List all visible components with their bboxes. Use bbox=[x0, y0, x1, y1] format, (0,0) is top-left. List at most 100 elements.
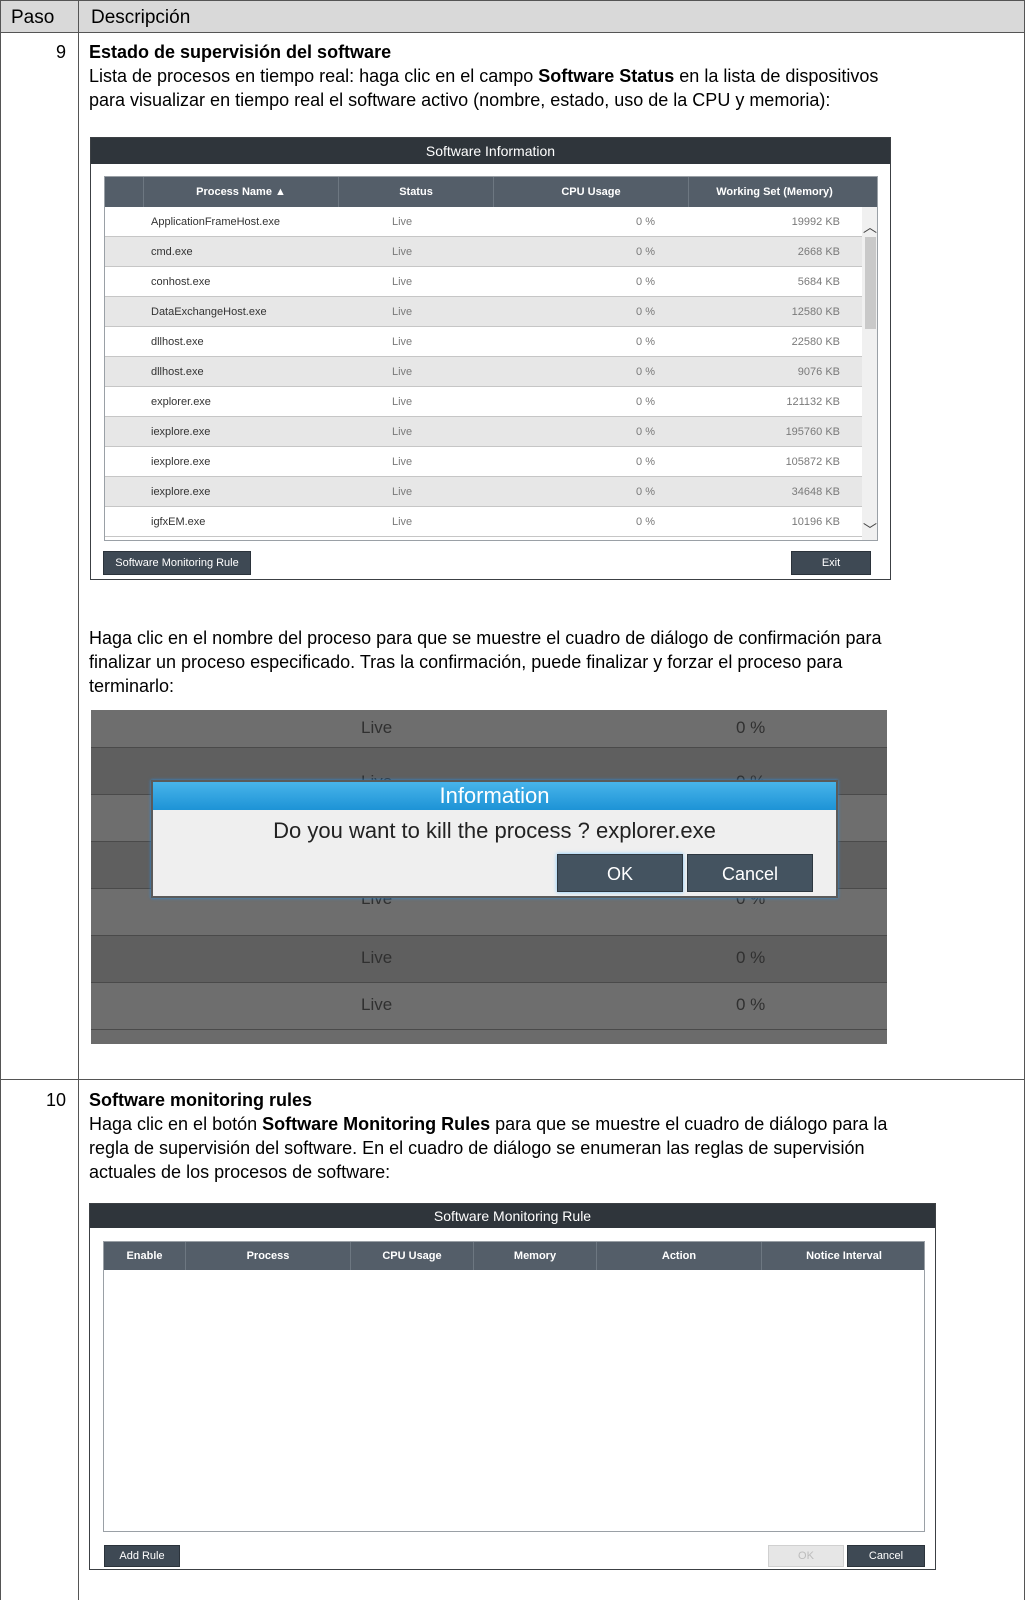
step9-intro-line1: Lista de procesos en tiempo real: haga c… bbox=[89, 66, 879, 86]
process-name-cell[interactable]: iexplore.exe bbox=[151, 417, 331, 447]
step10-line2: regla de supervisión del software. En el… bbox=[89, 1138, 865, 1158]
status-cell: Live bbox=[392, 336, 413, 348]
table-row[interactable]: dllhost.exe Live 0 % 22580 KB bbox=[105, 327, 862, 357]
col-enable[interactable]: Enable bbox=[104, 1242, 185, 1270]
scroll-down-icon[interactable]: ﹀ bbox=[863, 520, 877, 540]
cpu-cell: 0 % bbox=[636, 486, 655, 498]
memory-cell: 2668 KB bbox=[797, 246, 840, 258]
process-name-cell[interactable]: iexplore.exe bbox=[151, 447, 331, 477]
cpu-cell: 0 % bbox=[636, 306, 655, 318]
memory-cell: 34648 KB bbox=[791, 486, 840, 498]
scroll-up-icon[interactable]: ︿ bbox=[863, 217, 877, 237]
cpu-cell: 0 % bbox=[636, 336, 655, 348]
table-row[interactable]: iexplore.exe Live 0 % 34648 KB bbox=[105, 477, 862, 507]
header-spacer bbox=[105, 177, 143, 207]
software-status-term: Software Status bbox=[538, 66, 675, 86]
col-status[interactable]: Status bbox=[338, 177, 493, 207]
col-memory[interactable]: Memory bbox=[473, 1242, 596, 1270]
dialog-message: Do you want to kill the process ? explor… bbox=[273, 818, 716, 843]
table-row[interactable]: cmd.exe Live 0 % 2668 KB bbox=[105, 237, 862, 267]
process-grid-header: Process Name ▲ Status CPU Usage Working … bbox=[105, 177, 877, 207]
process-name-cell[interactable]: DataExchangeHost.exe bbox=[151, 297, 331, 327]
table-row[interactable]: dllhost.exe Live 0 % 9076 KB bbox=[105, 357, 862, 387]
status-cell: Live bbox=[392, 456, 413, 468]
memory-cell: 121132 KB bbox=[786, 396, 840, 408]
table-row[interactable]: explorer.exe Live 0 % 121132 KB bbox=[105, 387, 862, 417]
col-process-name[interactable]: Process Name ▲ bbox=[143, 177, 338, 207]
bg-row: Live 0 % bbox=[91, 983, 887, 1030]
process-grid: Process Name ▲ Status CPU Usage Working … bbox=[104, 176, 878, 541]
bg-row: Live 0 % bbox=[91, 936, 887, 983]
rule-grid-header: Enable Process CPU Usage Memory Action N… bbox=[104, 1242, 924, 1270]
bg-row: Live 0 % bbox=[91, 710, 887, 748]
col-notice-interval[interactable]: Notice Interval bbox=[761, 1242, 924, 1270]
memory-cell: 12580 KB bbox=[791, 306, 840, 318]
cpu-cell: 0 % bbox=[636, 276, 655, 288]
table-row[interactable]: DataExchangeHost.exe Live 0 % 12580 KB bbox=[105, 297, 862, 327]
process-name-cell[interactable]: dllhost.exe bbox=[151, 327, 331, 357]
bg-cpu: 0 % bbox=[736, 718, 766, 737]
col-process[interactable]: Process bbox=[185, 1242, 350, 1270]
add-rule-button[interactable]: Add Rule bbox=[104, 1545, 180, 1567]
memory-cell: 19992 KB bbox=[791, 216, 840, 228]
cpu-cell: 0 % bbox=[636, 246, 655, 258]
status-cell: Live bbox=[392, 426, 413, 438]
step10-line1: Haga clic en el botón Software Monitorin… bbox=[89, 1114, 888, 1134]
status-cell: Live bbox=[392, 396, 413, 408]
border-left bbox=[0, 0, 1, 1600]
memory-cell: 10196 KB bbox=[791, 516, 840, 528]
process-name-cell[interactable]: igfxEM.exe bbox=[151, 507, 331, 537]
software-information-window: Software Information Process Name ▲ Stat… bbox=[90, 137, 891, 580]
dialog-title: Information bbox=[153, 782, 836, 810]
table-header: Paso Descripción bbox=[0, 0, 1025, 33]
cpu-cell: 0 % bbox=[636, 396, 655, 408]
table-row[interactable]: igfxEM.exe Live 0 % 10196 KB bbox=[105, 507, 862, 537]
cpu-cell: 0 % bbox=[636, 516, 655, 528]
status-cell: Live bbox=[392, 516, 413, 528]
ok-button-disabled[interactable]: OK bbox=[768, 1545, 844, 1567]
table-row[interactable]: ApplicationFrameHost.exe Live 0 % 19992 KB bbox=[105, 207, 862, 237]
kill-confirm-dialog: Information Do you want to kill the proc… bbox=[151, 780, 838, 898]
cpu-cell: 0 % bbox=[636, 366, 655, 378]
table-row[interactable]: iexplore.exe Live 0 % 195760 KB bbox=[105, 417, 862, 447]
cpu-cell: 0 % bbox=[636, 216, 655, 228]
col-working-set[interactable]: Working Set (Memory) bbox=[688, 177, 860, 207]
table-row[interactable]: conhost.exe Live 0 % 5684 KB bbox=[105, 267, 862, 297]
process-name-cell[interactable]: ApplicationFrameHost.exe bbox=[151, 207, 331, 237]
cancel-button[interactable]: Cancel bbox=[687, 854, 813, 892]
status-cell: Live bbox=[392, 366, 413, 378]
software-monitoring-rule-button[interactable]: Software Monitoring Rule bbox=[103, 551, 251, 575]
process-name-cell[interactable]: cmd.exe bbox=[151, 237, 331, 267]
bg-cpu: 0 % bbox=[736, 995, 766, 1014]
process-name-cell[interactable]: iexplore.exe bbox=[151, 477, 331, 507]
process-name-cell[interactable]: dllhost.exe bbox=[151, 357, 331, 387]
exit-button[interactable]: Exit bbox=[791, 551, 871, 575]
process-name-cell[interactable]: conhost.exe bbox=[151, 267, 331, 297]
ok-button[interactable]: OK bbox=[557, 854, 683, 892]
header-paso: Paso bbox=[11, 7, 55, 28]
window-title: Software Information bbox=[91, 138, 890, 164]
window-title: Software Monitoring Rule bbox=[90, 1204, 935, 1228]
software-monitoring-rule-window: Software Monitoring Rule Enable Process … bbox=[89, 1203, 936, 1570]
status-cell: Live bbox=[392, 276, 413, 288]
bg-status: Live bbox=[361, 718, 393, 737]
memory-cell: 195760 KB bbox=[785, 426, 840, 438]
scrollbar-thumb[interactable] bbox=[865, 237, 876, 329]
process-name-cell[interactable]: explorer.exe bbox=[151, 387, 331, 417]
col-cpu-usage[interactable]: CPU Usage bbox=[493, 177, 688, 207]
step10-line3: actuales de los procesos de software: bbox=[89, 1162, 391, 1182]
cancel-button[interactable]: Cancel bbox=[847, 1545, 925, 1567]
step9-intro-line2: para visualizar en tiempo real el softwa… bbox=[89, 90, 831, 110]
step-number-10: 10 bbox=[45, 1090, 66, 1110]
col-action[interactable]: Action bbox=[596, 1242, 761, 1270]
memory-cell: 105872 KB bbox=[785, 456, 840, 468]
column-divider bbox=[78, 0, 79, 1600]
scrollbar[interactable]: ︿ ﹀ bbox=[862, 207, 877, 540]
step10-title: Software monitoring rules bbox=[89, 1090, 313, 1110]
status-cell: Live bbox=[392, 486, 413, 498]
col-cpu-usage[interactable]: CPU Usage bbox=[350, 1242, 473, 1270]
status-cell: Live bbox=[392, 246, 413, 258]
table-row[interactable]: iexplore.exe Live 0 % 105872 KB bbox=[105, 447, 862, 477]
bg-status: Live bbox=[361, 948, 393, 967]
step9-title: Estado de supervisión del software bbox=[89, 42, 392, 62]
